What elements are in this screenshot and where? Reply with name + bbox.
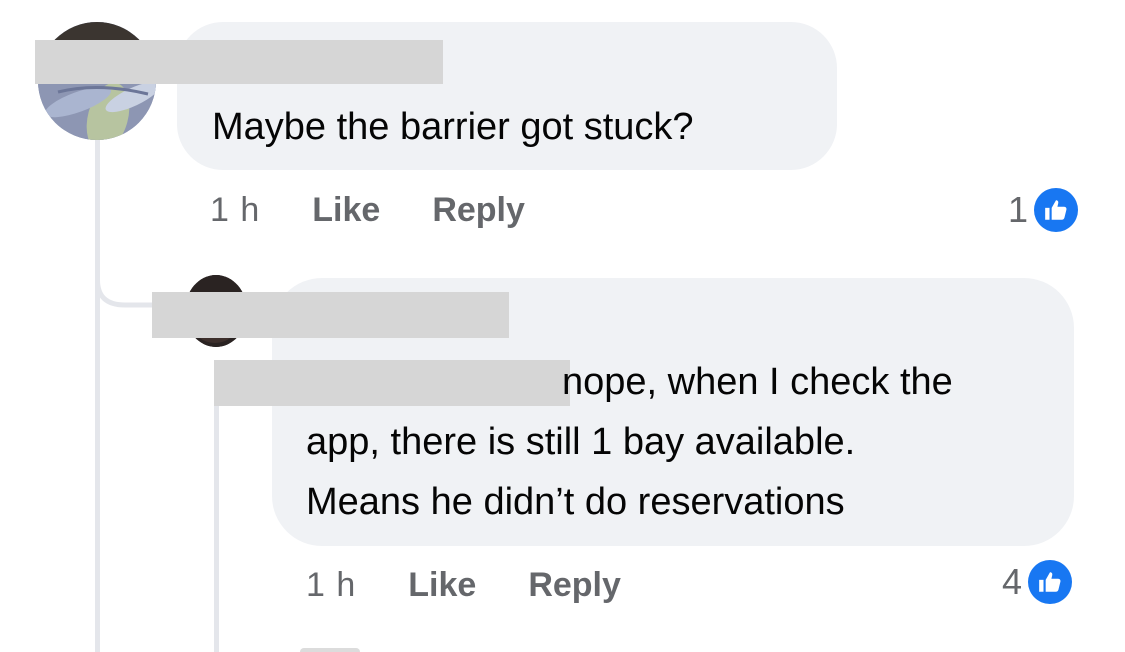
redacted-author-name <box>35 40 443 84</box>
reply-actions: 1 h Like Reply <box>306 563 621 607</box>
reaction-summary[interactable]: 4 <box>1002 560 1073 604</box>
reaction-summary[interactable]: 1 <box>1008 188 1079 232</box>
like-button[interactable]: Like <box>408 566 476 605</box>
reaction-count: 4 <box>1002 561 1023 602</box>
redacted-author-name <box>152 292 509 338</box>
reply-timestamp: 1 h <box>306 565 357 604</box>
comment-actions: 1 h Like Reply <box>210 188 525 232</box>
comment-text: Maybe the barrier got stuck? <box>212 106 694 148</box>
thread-line-main <box>95 140 100 652</box>
reaction-count: 1 <box>1008 189 1029 230</box>
next-comment-edge <box>300 648 360 652</box>
thumbs-up-icon <box>1028 560 1073 604</box>
reply-text-line-2: app, there is still 1 bay available. <box>306 421 856 463</box>
reply-button[interactable]: Reply <box>432 191 525 230</box>
thread-line-reply <box>214 390 219 652</box>
reply-text-line-3: Means he didn’t do reservations <box>306 481 845 523</box>
comment-timestamp: 1 h <box>210 190 261 229</box>
reply-button[interactable]: Reply <box>528 566 621 605</box>
redacted-mention <box>214 360 570 406</box>
reply-text-line-1: nope, when I check the <box>562 361 953 403</box>
thumbs-up-icon <box>1034 188 1079 232</box>
like-button[interactable]: Like <box>312 191 380 230</box>
